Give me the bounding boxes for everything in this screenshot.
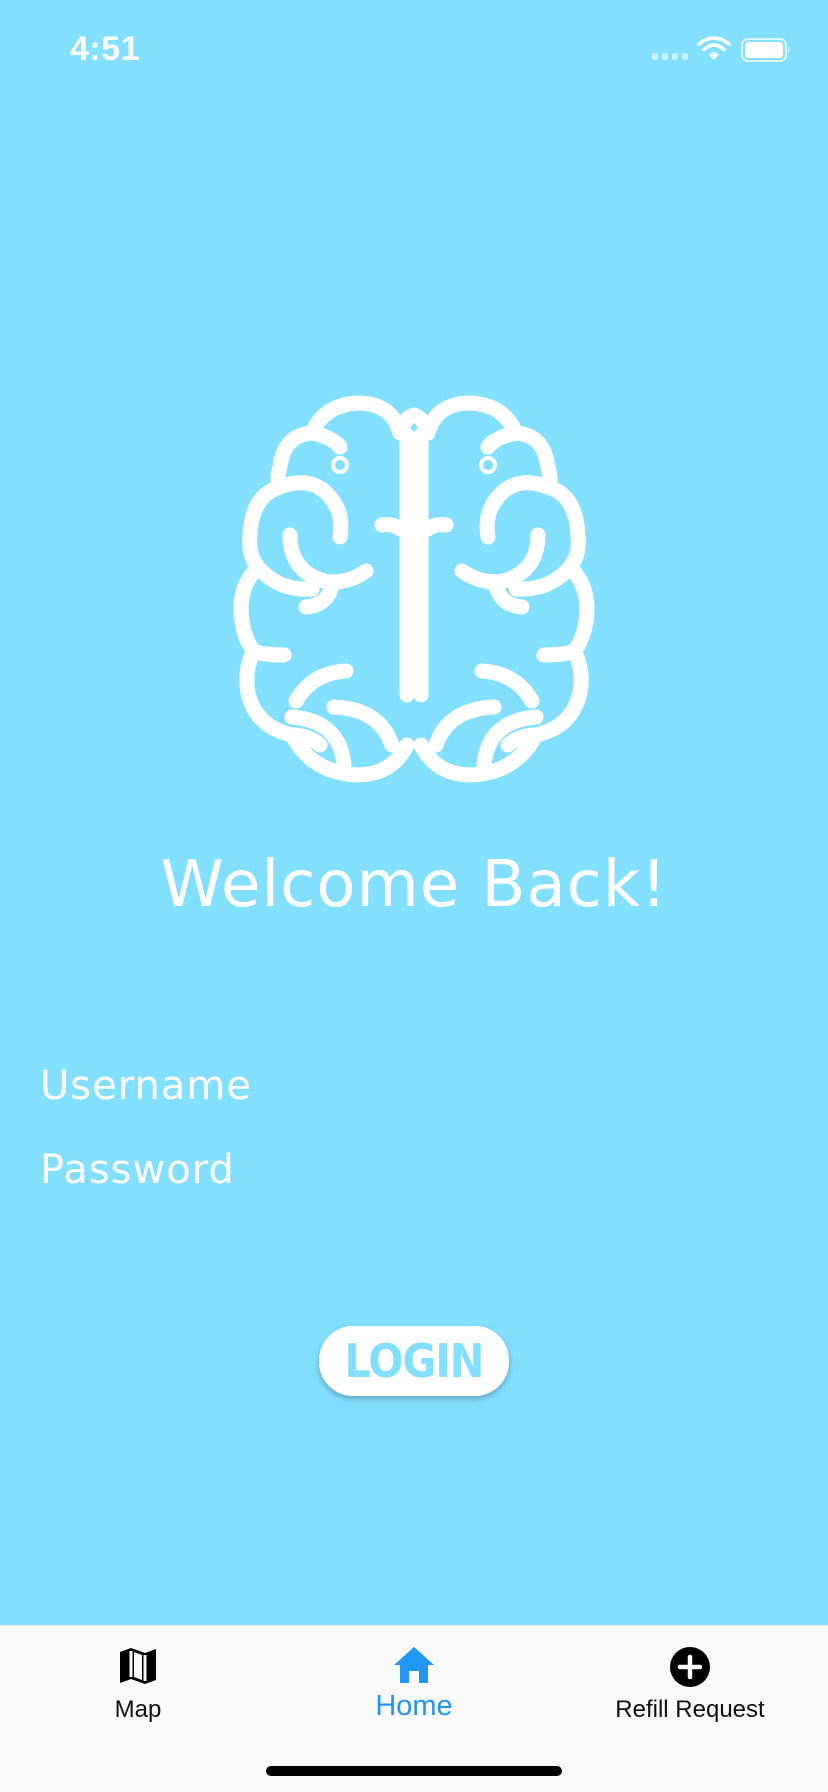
tab-map-label: Map [114, 1696, 162, 1723]
wifi-icon [697, 36, 731, 60]
tab-home-label: Home [375, 1690, 453, 1722]
login-screen: 4:51 Welcome Back! Username LOGIN Map Ho… [0, 0, 828, 1792]
password-field-container [40, 1138, 788, 1202]
username-field-container [40, 1054, 788, 1118]
username-input[interactable] [40, 1054, 788, 1118]
brain-icon [233, 395, 595, 783]
password-input[interactable] [40, 1138, 788, 1202]
home-indicator[interactable] [266, 1766, 562, 1776]
tab-refill-request-label: Refill Request [615, 1696, 765, 1723]
tab-home[interactable]: Home [276, 1626, 552, 1746]
login-button[interactable]: LOGIN [319, 1326, 509, 1396]
add-circle-icon [670, 1647, 710, 1687]
welcome-title: Welcome Back! [160, 848, 668, 922]
signal-icon [652, 53, 688, 60]
status-time: 4:51 [70, 30, 141, 68]
tab-refill-request[interactable]: Refill Request [552, 1626, 828, 1746]
map-icon [120, 1648, 156, 1684]
status-bar: 4:51 [0, 0, 828, 100]
tab-map[interactable]: Map [0, 1626, 276, 1746]
battery-icon [741, 38, 790, 62]
home-icon [394, 1647, 434, 1683]
